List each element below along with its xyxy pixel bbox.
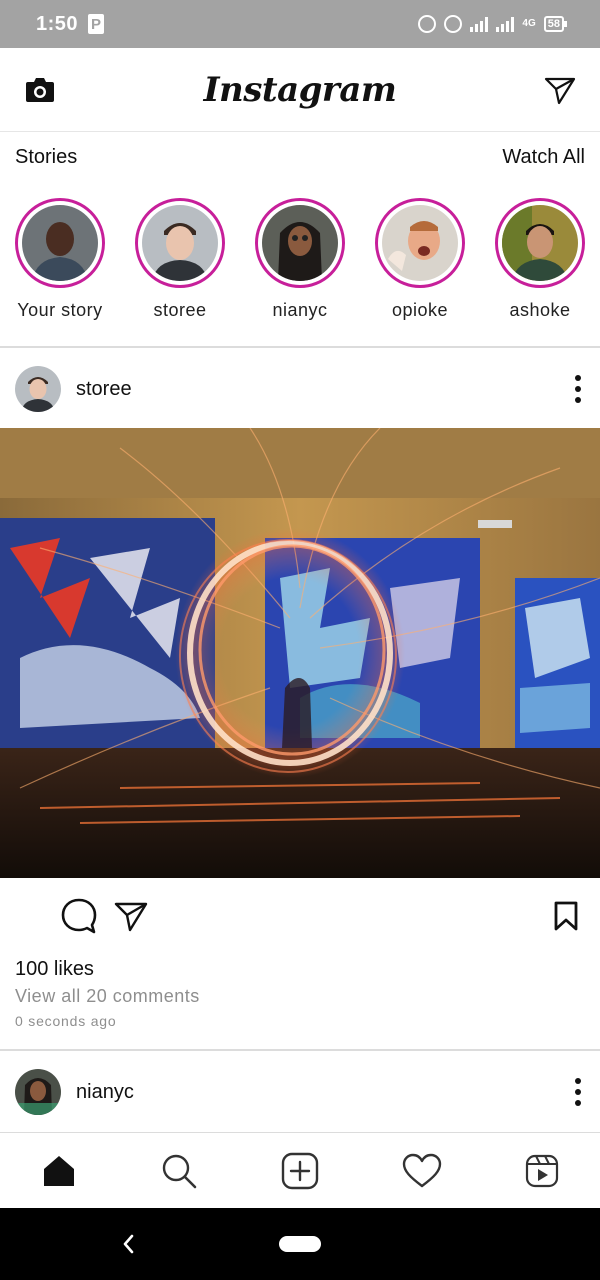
battery-icon: 58 [543, 16, 568, 32]
story-ring [135, 198, 225, 288]
alarm-icon [418, 15, 437, 33]
avatar[interactable] [15, 366, 61, 412]
story-item[interactable]: Your story [15, 198, 105, 321]
camera-icon [26, 77, 54, 102]
more-options-button[interactable] [571, 1078, 585, 1106]
camera-button[interactable] [22, 72, 58, 108]
story-ring [255, 198, 345, 288]
share-icon[interactable] [114, 900, 148, 932]
story-avatar [22, 205, 98, 281]
post-username[interactable]: nianyc [76, 1081, 134, 1104]
avatar[interactable] [15, 1069, 61, 1115]
story-ring [375, 198, 465, 288]
system-nav-bar [0, 1208, 600, 1280]
story-avatar [262, 205, 338, 281]
post-actions [0, 894, 600, 940]
story-item[interactable]: opioke [375, 198, 465, 321]
story-avatar [142, 205, 218, 281]
direct-message-button[interactable] [542, 72, 578, 108]
story-label: ashoke [509, 300, 571, 320]
post-image[interactable] [0, 428, 600, 878]
divider [0, 346, 600, 348]
story-ring [15, 198, 105, 288]
signal-icon [470, 16, 489, 32]
parking-icon: P [88, 14, 105, 34]
search-icon[interactable] [160, 1152, 198, 1190]
story-avatar [382, 205, 458, 281]
home-icon[interactable] [41, 1153, 77, 1189]
bookmark-icon[interactable] [553, 900, 579, 932]
story-label: storee [153, 300, 207, 320]
story-label: Your story [17, 300, 103, 320]
story-item[interactable]: nianyc [255, 198, 345, 321]
story-item[interactable]: storee [135, 198, 225, 321]
post-header: storee [0, 349, 600, 429]
post-username[interactable]: storee [76, 378, 132, 401]
likes-count[interactable]: 100 likes [15, 958, 94, 981]
back-icon[interactable] [120, 1230, 136, 1258]
app-logo: Instagram [203, 69, 397, 110]
app-header: Instagram [0, 48, 600, 132]
hotspot-icon [444, 15, 463, 33]
story-label: nianyc [272, 300, 328, 320]
instagram-feed-screen: 1:50 P 4G 58 Instagram Stories Watch All… [0, 0, 600, 1280]
add-post-icon[interactable] [281, 1152, 319, 1190]
status-time: 1:50 [36, 12, 79, 35]
reels-icon[interactable] [525, 1154, 559, 1188]
stories-row: Your story storee nianyc opioke ashoke [0, 198, 600, 321]
stories-title: Stories [15, 146, 78, 168]
story-avatar [502, 205, 578, 281]
comment-icon[interactable] [60, 896, 98, 936]
story-ring [495, 198, 585, 288]
story-item[interactable]: ashoke [495, 198, 585, 321]
watch-all-link[interactable]: Watch All [502, 146, 585, 169]
status-bar: 1:50 P 4G 58 [0, 0, 600, 48]
post-timestamp: 0 seconds ago [15, 1013, 117, 1029]
home-pill[interactable] [279, 1236, 321, 1252]
send-icon [544, 77, 576, 104]
network-type: 4G [522, 18, 536, 29]
status-icons: 4G 58 [418, 15, 568, 33]
heart-icon[interactable] [402, 1153, 442, 1189]
signal-icon-2 [496, 16, 515, 32]
view-comments-link[interactable]: View all 20 comments [15, 986, 200, 1007]
story-label: opioke [391, 300, 449, 320]
post-header: nianyc [0, 1052, 600, 1132]
bottom-navigation [0, 1132, 600, 1208]
stories-header: Stories Watch All [15, 146, 585, 169]
more-options-button[interactable] [571, 375, 585, 403]
divider [0, 1049, 600, 1051]
